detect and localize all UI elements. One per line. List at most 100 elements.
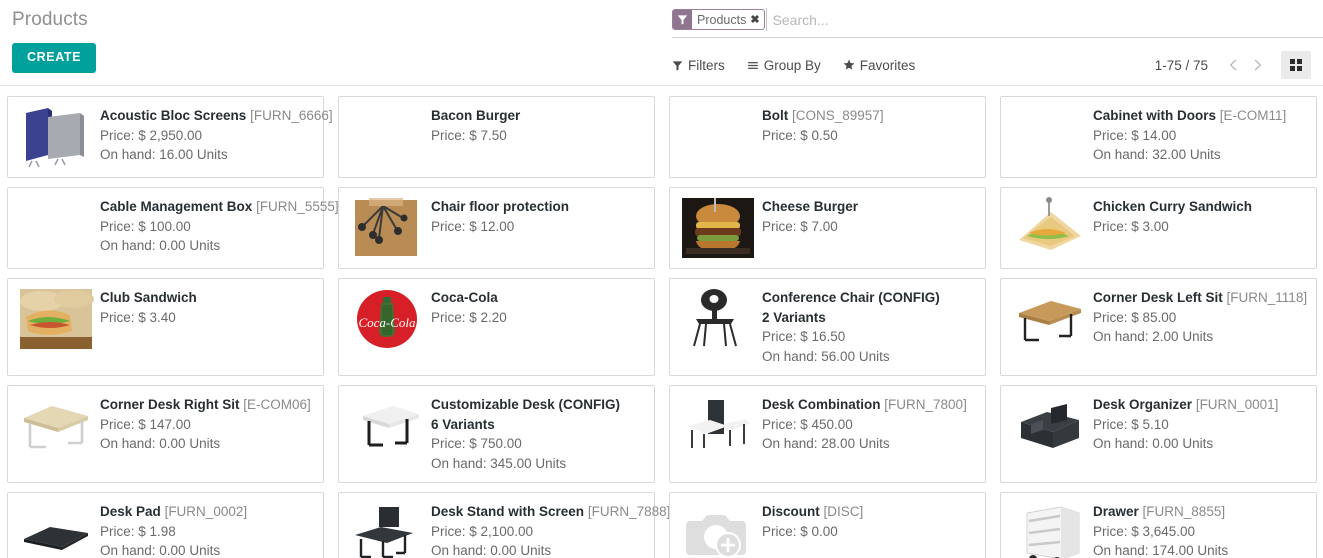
product-name-text: Cabinet with Doors — [1093, 108, 1217, 123]
filter-icon — [672, 60, 683, 71]
kanban-card-body: Desk Pad [FURN_0002] Price: $ 1.98 On hand… — [96, 499, 315, 558]
product-price: Price: $ 0.00 — [762, 523, 838, 539]
product-name: Desk Combination [FURN_7800] — [762, 395, 977, 415]
kanban-card-body: Acoustic Bloc Screens [FURN_6666] Price: … — [96, 103, 333, 169]
kanban-card-body: Customizable Desk (CONFIG) 6 Variants Pric… — [427, 392, 646, 474]
product-name-text: Coca-Cola — [431, 290, 498, 305]
kanban-row: Corner Desk Right Sit [E-COM06] Price: $ … — [0, 385, 1323, 492]
product-name: Cable Management Box [FURN_5555] — [100, 197, 339, 217]
kanban-card[interactable]: Cabinet with Doors [E-COM11] Price: $ 14.… — [1000, 96, 1317, 178]
product-name-text: Chair floor protection — [431, 199, 569, 214]
product-name-text: Bacon Burger — [431, 108, 521, 123]
kanban-card[interactable]: Desk Stand with Screen [FURN_7888] Price:… — [338, 492, 670, 558]
kanban-card-body: Conference Chair (CONFIG) 2 Variants Price… — [758, 285, 977, 367]
search-facet-products[interactable]: Products ✖ — [672, 9, 765, 30]
kanban-card[interactable]: Acoustic Bloc Screens [FURN_6666] Price: … — [7, 96, 333, 178]
kanban-card[interactable]: Conference Chair (CONFIG) 2 Variants Price… — [669, 278, 986, 376]
product-on-hand: On hand: 28.00 Units — [762, 436, 890, 452]
kanban-card-body: Club Sandwich Price: $ 3.40 — [96, 285, 315, 367]
control-panel: Products CREATE Products ✖ Search... Fil… — [0, 0, 1323, 86]
product-variants-count: 2 Variants — [762, 309, 826, 325]
kanban-card-body: Bolt [CONS_89957] Price: $ 0.50 — [758, 103, 977, 169]
search-input-wrapper[interactable] — [765, 8, 1323, 31]
kanban-card[interactable]: Desk Organizer [FURN_0001] Price: $ 5.10 O… — [1000, 385, 1317, 483]
product-image-empty — [678, 103, 758, 169]
product-price: Price: $ 2,100.00 — [431, 523, 534, 539]
product-price: Price: $ 85.00 — [1093, 309, 1177, 325]
kanban-card[interactable]: Desk Combination [FURN_7800] Price: $ 450… — [669, 385, 986, 483]
product-reference: [FURN_0002] — [164, 504, 248, 519]
create-button[interactable]: CREATE — [12, 43, 97, 73]
product-name-text: Corner Desk Right Sit — [100, 397, 240, 412]
acoustic-bloc-screens-thumbnail — [16, 103, 96, 169]
product-name-text: Discount — [762, 504, 820, 519]
group-by-dropdown[interactable]: Group By — [747, 58, 821, 73]
product-price: Price: $ 3.40 — [100, 309, 176, 325]
kanban-card[interactable]: Club Sandwich Price: $ 3.40 — [7, 278, 324, 376]
kanban-card[interactable]: Cable Management Box [FURN_5555] Price: $… — [7, 187, 339, 269]
kanban-card[interactable]: Bolt [CONS_89957] Price: $ 0.50 — [669, 96, 986, 178]
kanban-view-button[interactable] — [1281, 51, 1311, 79]
kanban-card[interactable]: Bacon Burger Price: $ 7.50 — [338, 96, 655, 178]
product-name-text: Acoustic Bloc Screens — [100, 108, 247, 123]
product-name: Corner Desk Right Sit [E-COM06] — [100, 395, 315, 415]
chevron-left-icon[interactable] — [1221, 52, 1245, 78]
kanban-card[interactable]: Desk Pad [FURN_0002] Price: $ 1.98 On hand… — [7, 492, 324, 558]
kanban-row: Cable Management Box [FURN_5555] Price: $… — [0, 187, 1323, 278]
search-bar[interactable]: Products ✖ — [672, 8, 1323, 38]
product-price: Price: $ 2,950.00 — [100, 127, 203, 143]
product-price: Price: $ 1.98 — [100, 523, 176, 539]
product-name: Drawer [FURN_8855] — [1093, 502, 1308, 522]
product-name: Club Sandwich — [100, 288, 315, 308]
product-name: Desk Stand with Screen [FURN_7888] — [431, 502, 670, 522]
product-on-hand: On hand: 345.00 Units — [431, 455, 567, 471]
product-reference: [DISC] — [823, 504, 864, 519]
product-name: Corner Desk Left Sit [FURN_1118] — [1093, 288, 1308, 308]
kanban-card-body: Corner Desk Left Sit [FURN_1118] Price: $… — [1089, 285, 1308, 367]
kanban-card[interactable]: Chair floor protection Price: $ 12.00 — [338, 187, 655, 269]
kanban-card-body: Cheese Burger Price: $ 7.00 — [758, 194, 977, 260]
product-on-hand: On hand: 0.00 Units — [100, 436, 221, 452]
breadcrumb[interactable]: Products — [12, 0, 96, 31]
kanban-card[interactable]: Corner Desk Left Sit [FURN_1118] Price: $… — [1000, 278, 1317, 376]
product-name: Coca-Cola — [431, 288, 646, 308]
kanban-card-body: Corner Desk Right Sit [E-COM06] Price: $ … — [96, 392, 315, 474]
kanban-card[interactable]: Cheese Burger Price: $ 7.00 — [669, 187, 986, 269]
product-name-text: Chicken Curry Sandwich — [1093, 199, 1253, 214]
control-panel-right: Products ✖ Filters — [672, 0, 1323, 86]
conference-chair-thumbnail — [678, 285, 758, 367]
kanban-card[interactable]: Drawer [FURN_8855] Price: $ 3,645.00 On ha… — [1000, 492, 1317, 558]
product-name-text: Desk Stand with Screen — [431, 504, 585, 519]
kanban-card[interactable]: Coca-Cola Coca-Cola Price: $ 2.20 — [338, 278, 655, 376]
control-panel-left: Products CREATE — [12, 0, 97, 73]
product-name-text: Desk Organizer — [1093, 397, 1193, 412]
kanban-card[interactable]: Corner Desk Right Sit [E-COM06] Price: $ … — [7, 385, 324, 483]
product-name-text: Desk Combination — [762, 397, 881, 412]
chicken-curry-sandwich-thumbnail — [1009, 194, 1089, 260]
kanban-card[interactable]: Customizable Desk (CONFIG) 6 Variants Pric… — [338, 385, 655, 483]
search-tools-row: Filters Group By Favorites 1-75 / 75 — [672, 45, 1323, 85]
product-on-hand: On hand: 16.00 Units — [100, 147, 228, 163]
product-name: Bacon Burger — [431, 106, 646, 126]
image-placeholder-camera-icon — [678, 499, 758, 558]
product-name: Chair floor protection — [431, 197, 646, 217]
product-price: Price: $ 3.00 — [1093, 218, 1169, 234]
search-input[interactable] — [770, 10, 1323, 29]
kanban-card[interactable]: Discount [DISC] Price: $ 0.00 — [669, 492, 986, 558]
favorites-dropdown[interactable]: Favorites — [843, 58, 915, 73]
close-icon[interactable]: ✖ — [750, 13, 759, 26]
cheese-burger-thumbnail — [678, 194, 758, 260]
product-reference: [FURN_7888] — [587, 504, 671, 519]
product-name: Cabinet with Doors [E-COM11] — [1093, 106, 1308, 126]
product-reference: [FURN_5555] — [256, 199, 339, 214]
product-on-hand: On hand: 32.00 Units — [1093, 147, 1221, 163]
product-price: Price: $ 7.00 — [762, 218, 838, 234]
product-name: Customizable Desk (CONFIG) — [431, 395, 646, 415]
product-name-text: Customizable Desk (CONFIG) — [431, 397, 621, 412]
filters-dropdown[interactable]: Filters — [672, 58, 725, 73]
filter-icon — [673, 10, 692, 29]
product-reference: [FURN_1118] — [1226, 290, 1308, 305]
kanban-card[interactable]: Chicken Curry Sandwich Price: $ 3.00 — [1000, 187, 1317, 269]
chevron-right-icon[interactable] — [1245, 52, 1269, 78]
search-facet-label-wrap: Products ✖ — [692, 10, 764, 29]
